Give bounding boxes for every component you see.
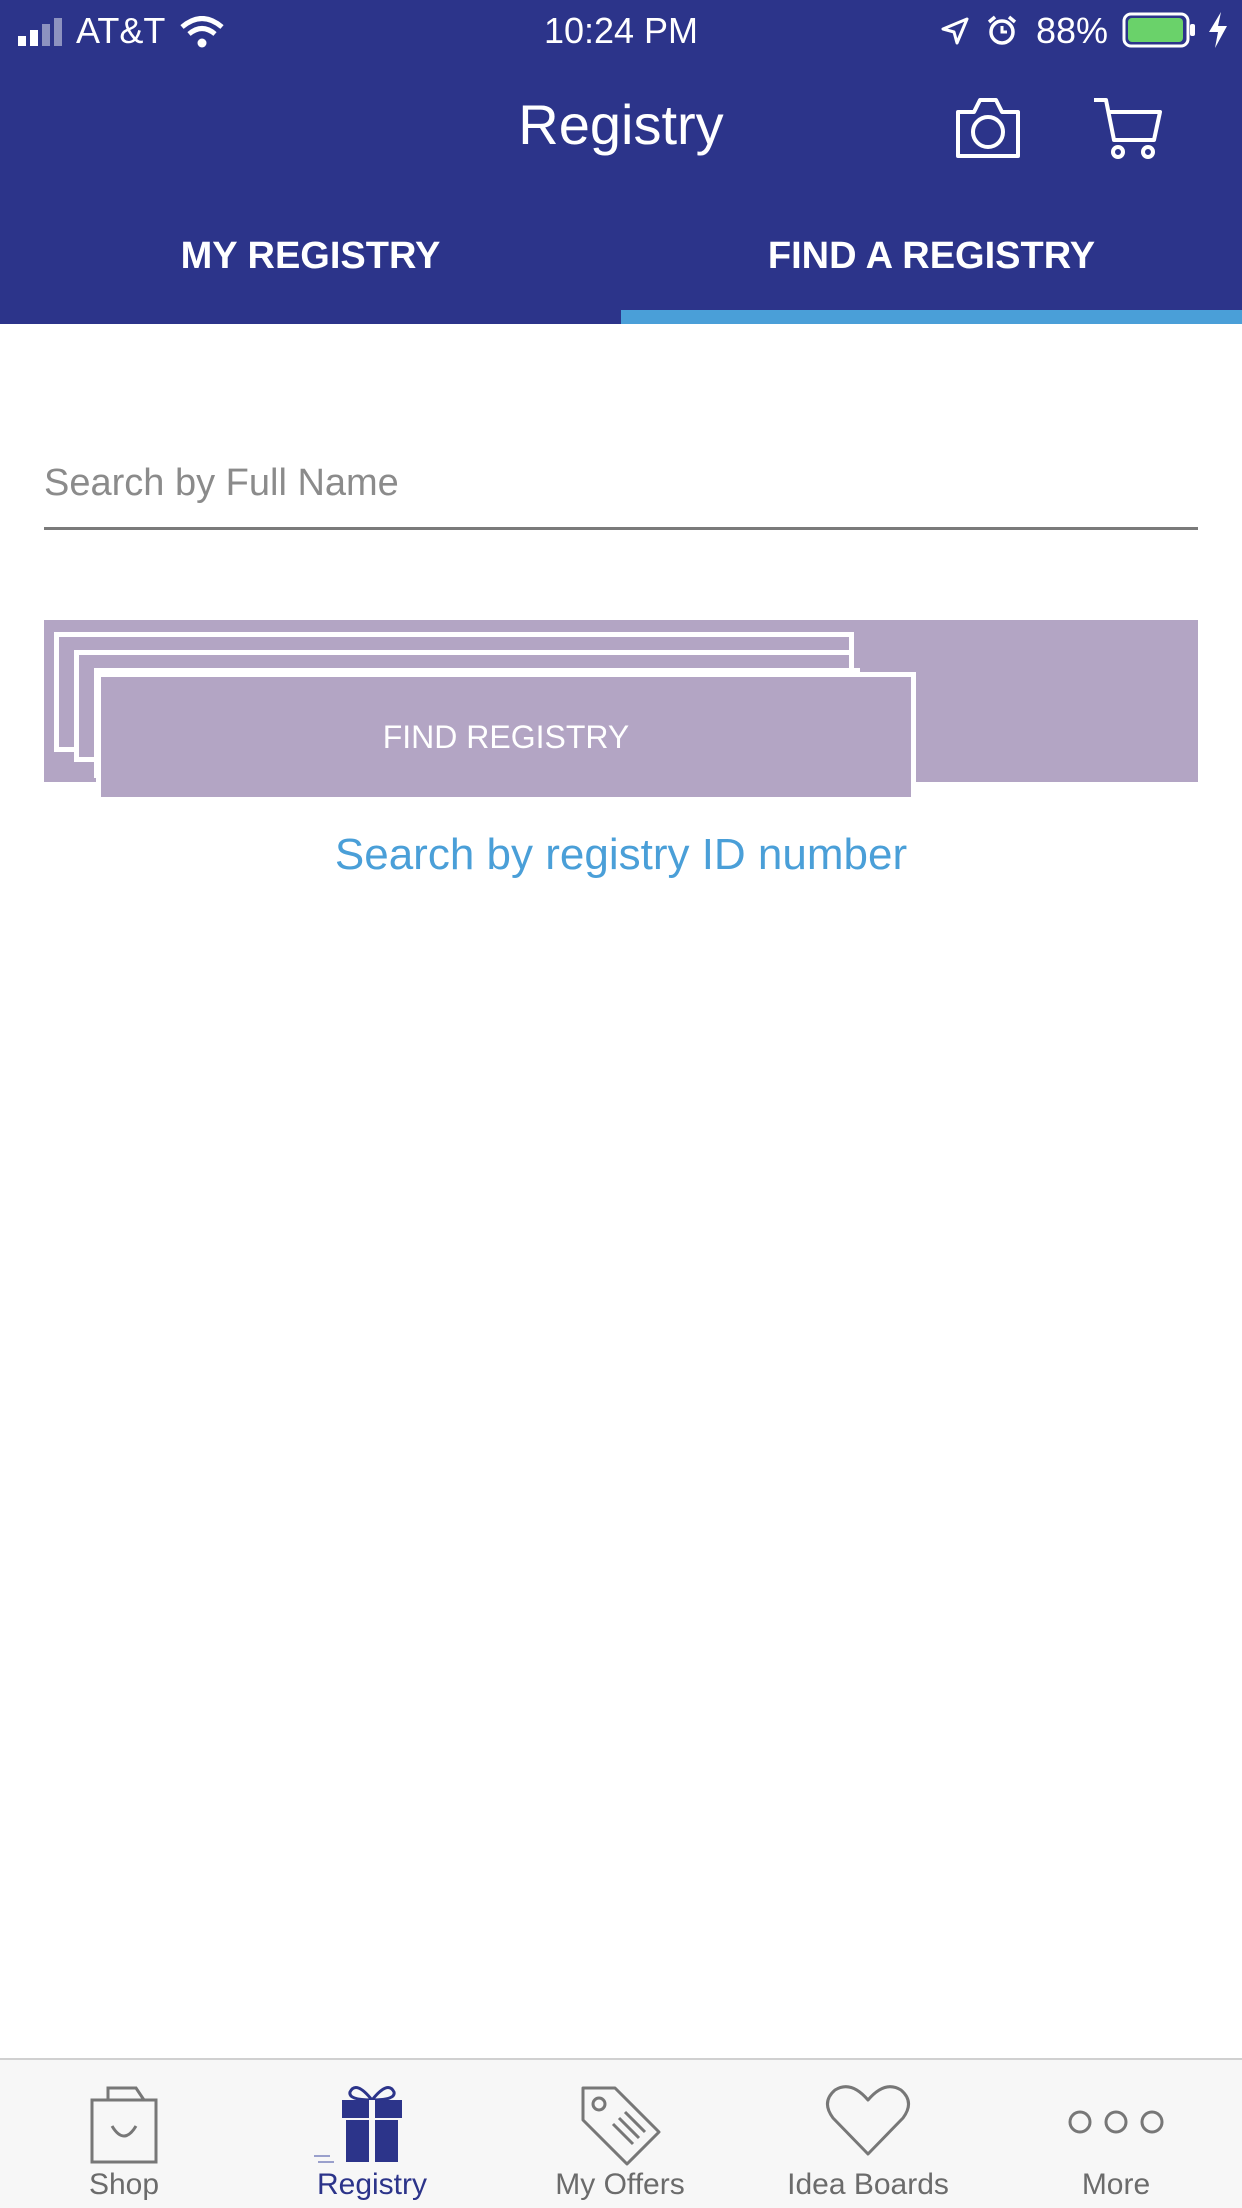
- top-bar: AT&T 10:24 PM 88% Registry MY REGISTRY F…: [0, 0, 1242, 324]
- cart-button[interactable]: [1090, 92, 1166, 162]
- tab-find-a-registry[interactable]: FIND A REGISTRY: [621, 222, 1242, 324]
- nav-item-more[interactable]: More: [992, 2060, 1240, 2208]
- nav-item-label: Idea Boards: [787, 2168, 949, 2201]
- nav-item-label: More: [1081, 2168, 1151, 2201]
- page-title: Registry: [518, 93, 724, 156]
- location-icon: [941, 17, 969, 45]
- gift-icon: [314, 2086, 402, 2163]
- nav-item-idea-boards[interactable]: Idea Boards: [744, 2060, 992, 2208]
- more-icon: [1068, 2110, 1164, 2134]
- bottom-nav: Shop Registry My Offers Idea Boards More: [0, 2058, 1242, 2208]
- tag-icon: [581, 2086, 661, 2166]
- registry-tabs: MY REGISTRY FIND A REGISTRY: [0, 222, 1242, 324]
- find-registry-area: FIND REGISTRY: [40, 616, 1200, 802]
- battery-percent: 88%: [1036, 10, 1109, 51]
- nav-item-registry[interactable]: Registry: [248, 2060, 496, 2208]
- search-by-id-link[interactable]: Search by registry ID number: [0, 830, 1242, 880]
- battery-icon: [1122, 12, 1195, 48]
- nav-item-my-offers[interactable]: My Offers: [496, 2060, 744, 2208]
- camera-button[interactable]: [950, 92, 1026, 162]
- nav-item-shop[interactable]: Shop: [0, 2060, 248, 2208]
- charging-icon: [1209, 12, 1227, 48]
- nav-item-label: Registry: [316, 2168, 428, 2201]
- alarm-icon: [987, 15, 1017, 45]
- find-registry-button[interactable]: FIND REGISTRY: [96, 672, 916, 802]
- shopping-bag-icon: [90, 2086, 158, 2164]
- search-field: [44, 440, 1198, 530]
- heart-icon: [826, 2085, 910, 2156]
- search-input[interactable]: [44, 440, 1198, 527]
- cart-icon: [1094, 98, 1162, 159]
- nav-item-label: Shop: [88, 2168, 160, 2201]
- nav-item-label: My Offers: [555, 2168, 685, 2201]
- tab-my-registry[interactable]: MY REGISTRY: [0, 222, 621, 324]
- camera-icon: [956, 98, 1020, 158]
- status-bar: AT&T 10:24 PM 88%: [0, 0, 1242, 62]
